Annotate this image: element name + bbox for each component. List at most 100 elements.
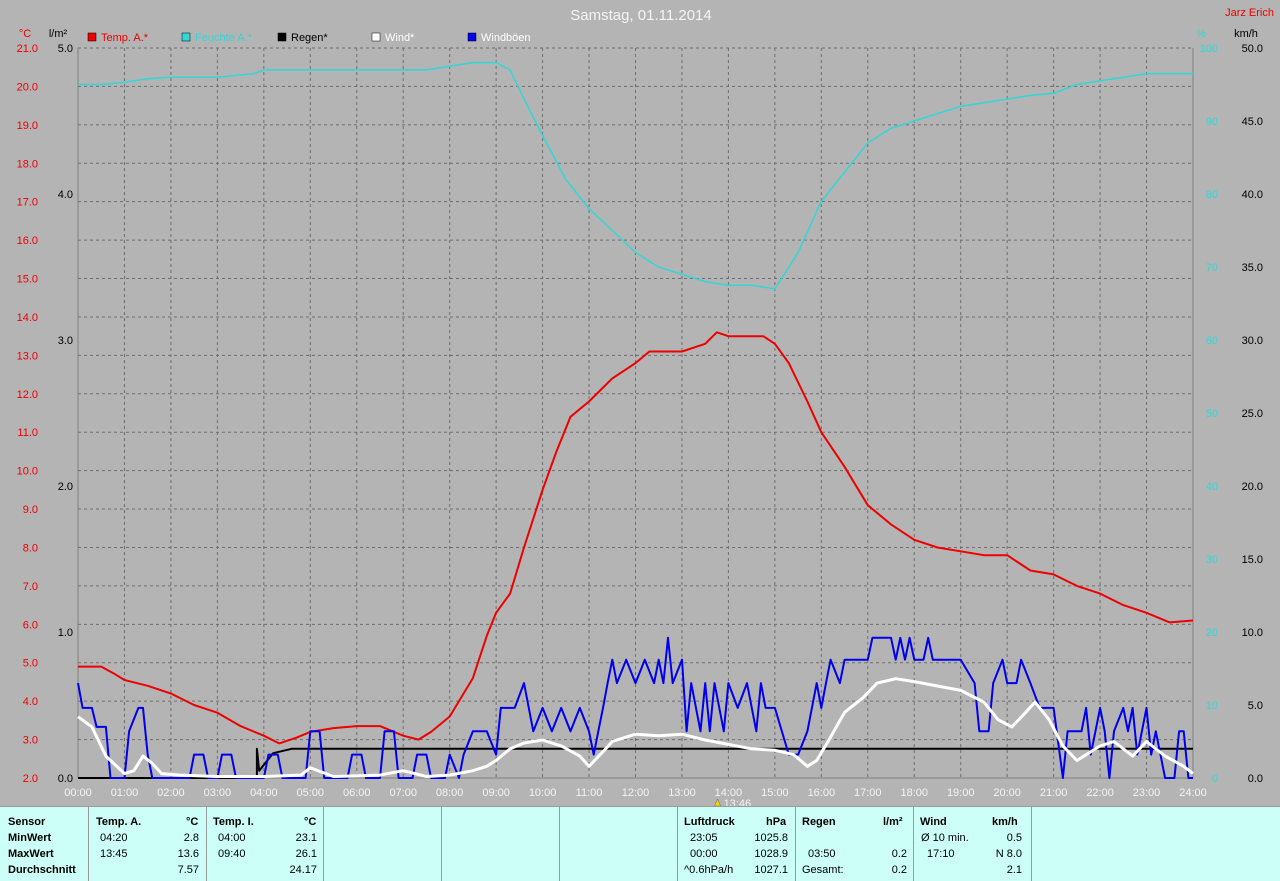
- temp-tick-label: 18.0: [17, 158, 38, 170]
- cell-value: 0.2: [891, 864, 907, 876]
- author-label: Jarz Erich: [1225, 7, 1274, 19]
- cell-value: 13.6: [177, 848, 199, 860]
- cell-value: 13:45: [100, 848, 128, 860]
- x-tick-label: 19:00: [947, 787, 975, 799]
- temp-tick-label: 16.0: [17, 235, 38, 247]
- wind-tick-label: 20.0: [1242, 481, 1263, 493]
- x-tick-label: 12:00: [622, 787, 650, 799]
- wind-unit-label: km/h: [1234, 28, 1258, 40]
- x-tick-label: 20:00: [993, 787, 1021, 799]
- cell-value: 2.8: [183, 832, 199, 844]
- x-tick-label: 05:00: [297, 787, 325, 799]
- hum-tick-label: 10: [1206, 700, 1218, 712]
- x-tick-label: 03:00: [204, 787, 232, 799]
- x-tick-label: 24:00: [1179, 787, 1207, 799]
- wind-tick-label: 45.0: [1242, 116, 1263, 128]
- x-tick-label: 10:00: [529, 787, 557, 799]
- x-tick-label: 07:00: [389, 787, 417, 799]
- hum-tick-label: 80: [1206, 189, 1218, 201]
- cell-value: 23:05: [690, 832, 718, 844]
- hum-tick-label: 20: [1206, 627, 1218, 639]
- x-tick-label: 21:00: [1040, 787, 1068, 799]
- legend-swatch: [467, 32, 477, 42]
- wind-tick-label: 50.0: [1242, 43, 1263, 55]
- x-tick-label: 11:00: [576, 787, 603, 799]
- weather-chart: Samstag, 01.11.2014 Jarz Erich °C l/m² %…: [17, 7, 1274, 806]
- legend-swatch: [277, 32, 287, 42]
- rain-tick-label: 0.0: [58, 773, 73, 785]
- row-label: Durchschnitt: [8, 864, 76, 876]
- cell-value: 00:00: [690, 848, 718, 860]
- temp-tick-label: 3.0: [23, 735, 38, 747]
- temp-tick-label: 11.0: [17, 427, 38, 439]
- temp-tick-label: 21.0: [17, 43, 38, 55]
- legend-label: Windböen: [481, 32, 531, 44]
- wind-tick-label: 30.0: [1242, 335, 1263, 347]
- legend-label: Regen*: [291, 32, 328, 44]
- header-temp-i-unit: °C: [304, 816, 317, 828]
- x-tick-label: 16:00: [808, 787, 836, 799]
- header-druck-unit: hPa: [766, 816, 787, 828]
- x-tick-label: 01:00: [111, 787, 139, 799]
- wind-tick-label: 0.0: [1248, 773, 1263, 785]
- hum-tick-label: 50: [1206, 408, 1218, 420]
- wind-tick-label: 35.0: [1242, 262, 1263, 274]
- x-tick-label: 00:00: [64, 787, 92, 799]
- x-tick-label: 08:00: [436, 787, 464, 799]
- wind-tick-label: 10.0: [1242, 627, 1263, 639]
- temp-tick-label: 13.0: [17, 350, 38, 362]
- hum-tick-label: 100: [1200, 43, 1218, 55]
- header-wind-unit: km/h: [992, 816, 1018, 828]
- row-label: MinWert: [8, 832, 52, 844]
- chart-title: Samstag, 01.11.2014: [570, 7, 712, 24]
- legend-label: Feuchte A.*: [195, 32, 253, 44]
- chart-legend: Temp. A.* Feuchte A.* Regen* Wind* Windböen: [87, 32, 531, 44]
- sun-marker-icon: [714, 798, 721, 806]
- temp-tick-label: 4.0: [23, 696, 38, 708]
- legend-swatch: [181, 32, 191, 42]
- header-sensor: Sensor: [8, 816, 46, 828]
- cell-value: 17:10: [927, 848, 955, 860]
- x-tick-label: 23:00: [1133, 787, 1161, 799]
- x-tick-label: 18:00: [900, 787, 928, 799]
- legend-swatch: [87, 32, 97, 42]
- wind-tick-label: 25.0: [1242, 408, 1263, 420]
- cell-value: ^0.6hPa/h: [684, 864, 734, 876]
- statistics-table: Sensor Temp. A. °C Temp. I. °C Luftdruck…: [0, 806, 1280, 881]
- x-tick-label: 22:00: [1086, 787, 1114, 799]
- cell-value: 1025.8: [754, 832, 788, 844]
- cell-value: 0.2: [891, 848, 907, 860]
- axis-ticks: 00:00 01:00 02:00 03:00 04:00 05:00 06:00 07:00…: [17, 43, 1263, 799]
- cell-value: 1027.1: [754, 864, 788, 876]
- cell-value: 1028.9: [754, 848, 788, 860]
- x-tick-label: 04:00: [250, 787, 278, 799]
- legend-swatch: [371, 32, 381, 42]
- cell-value: 24.17: [289, 864, 317, 876]
- hum-tick-label: 60: [1206, 335, 1218, 347]
- header-temp-a: Temp. A.: [96, 816, 142, 828]
- header-temp-i: Temp. I.: [213, 816, 254, 828]
- wind-tick-label: 40.0: [1242, 189, 1263, 201]
- cell-value: 04:00: [218, 832, 246, 844]
- header-temp-a-unit: °C: [186, 816, 199, 828]
- x-tick-label: 13:00: [668, 787, 696, 799]
- cell-value: Gesamt:: [802, 864, 844, 876]
- cell-value: 23.1: [295, 832, 317, 844]
- hum-unit-label: %: [1196, 28, 1206, 40]
- temp-tick-label: 8.0: [23, 542, 38, 554]
- temp-unit-label: °C: [19, 28, 31, 40]
- temp-tick-label: 9.0: [23, 504, 38, 516]
- hum-tick-label: 0: [1212, 773, 1218, 785]
- x-tick-label: 15:00: [761, 787, 789, 799]
- hum-tick-label: 30: [1206, 554, 1218, 566]
- cell-value: N 8.0: [995, 848, 1022, 860]
- cell-value: 7.57: [177, 864, 199, 876]
- temp-tick-label: 19.0: [17, 120, 38, 132]
- rain-tick-label: 4.0: [58, 189, 73, 201]
- x-tick-label: 06:00: [343, 787, 371, 799]
- marker-label: 13:46: [724, 798, 752, 806]
- cell-value: 04:20: [100, 832, 128, 844]
- rain-tick-label: 2.0: [58, 481, 73, 493]
- legend-label: Temp. A.*: [101, 32, 149, 44]
- x-tick-label: 02:00: [157, 787, 185, 799]
